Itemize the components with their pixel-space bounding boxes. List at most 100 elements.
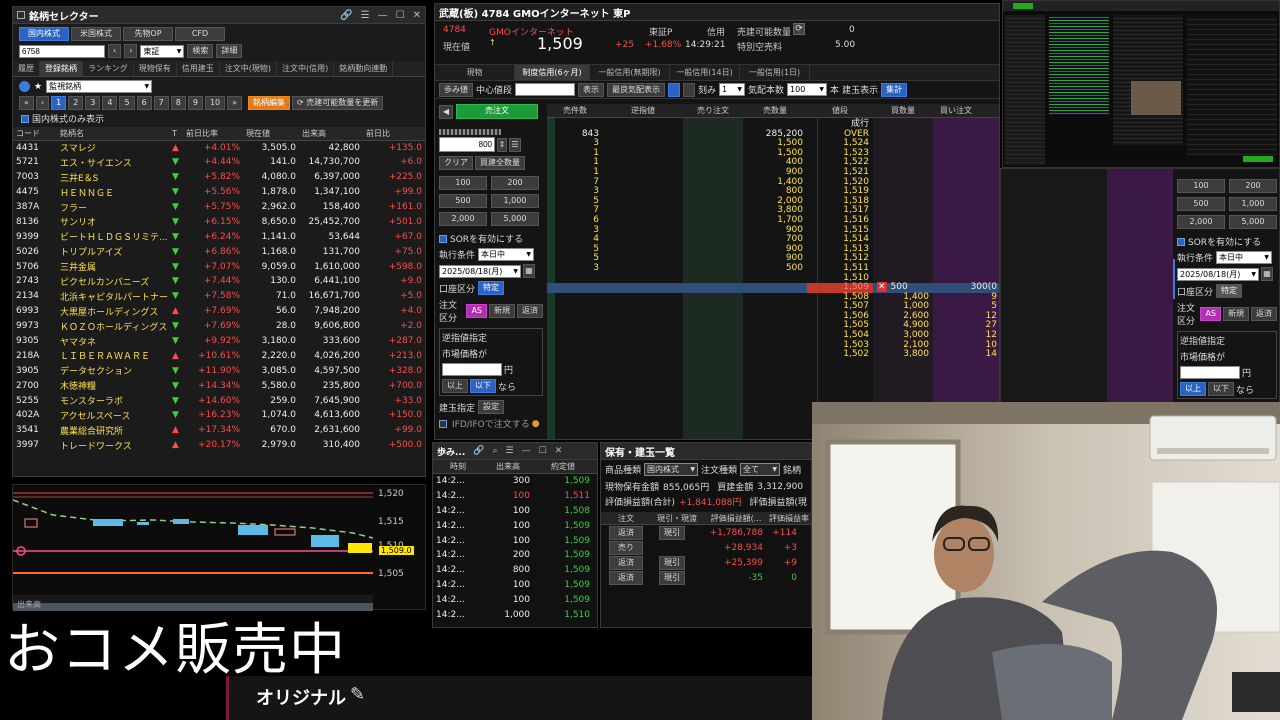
maximize-icon[interactable]: ☐ xyxy=(396,10,405,21)
edit-list-button[interactable]: 銘柄編集 xyxy=(248,96,291,110)
menu-icon[interactable]: ☰ xyxy=(506,446,514,456)
table-row[interactable]: 5721 エス・サイエンス ▼ +4.44% 141.0 14,730,700 +6.0 xyxy=(13,155,425,170)
product-select[interactable]: 国内株式 xyxy=(644,463,699,476)
position-delivery-button[interactable]: 現引 xyxy=(659,525,685,540)
over-row[interactable]: 843 285,200 OVER xyxy=(547,129,999,140)
code-input[interactable] xyxy=(19,44,105,58)
buy-row[interactable]: 1,502 3,800 14 xyxy=(547,350,999,360)
right-order-type-as[interactable]: AS xyxy=(1200,307,1221,321)
collapse-icon[interactable]: ◀ xyxy=(439,104,453,119)
buy-row[interactable]: 1,508 1,400 9 xyxy=(547,292,999,303)
prev-icon[interactable]: ‹ xyxy=(108,44,122,58)
right-above-button[interactable]: 以上 xyxy=(1180,382,1206,396)
subtab-history[interactable]: 履歴 xyxy=(13,61,40,76)
page-3[interactable]: 3 xyxy=(85,96,101,110)
detail-button[interactable]: 詳細 xyxy=(216,44,243,58)
page-9[interactable]: 9 xyxy=(187,96,203,110)
sell-row[interactable]: 6 1,700 1,516 xyxy=(547,215,999,226)
sell-row[interactable]: 3 800 1,519 xyxy=(547,187,999,197)
subtab-trend[interactable]: 銘柄動向連動 xyxy=(334,61,394,76)
right-calendar-icon[interactable]: ▦ xyxy=(1261,267,1273,281)
buy-row[interactable]: 1,504 3,000 12 xyxy=(547,330,999,341)
col-volume[interactable]: 出来高 xyxy=(299,127,363,141)
refresh-icon[interactable]: ⟳ xyxy=(793,23,805,35)
right-cond-select[interactable]: 本日中 xyxy=(1216,251,1273,264)
ayumi-button[interactable]: 歩み値 xyxy=(439,82,473,97)
right-qty-1000[interactable]: 1,000 xyxy=(1229,197,1277,211)
qty-2000[interactable]: 2,000 xyxy=(439,212,487,226)
star-icon[interactable]: ★ xyxy=(34,82,42,92)
qty-500[interactable]: 500 xyxy=(439,194,487,208)
minimize-icon[interactable]: — xyxy=(522,446,531,456)
cancel-icon[interactable]: ✕ xyxy=(877,282,887,293)
sell-row[interactable]: 5 2,000 1,518 xyxy=(547,196,999,207)
sor-checkbox[interactable] xyxy=(439,234,447,243)
subtab-registered[interactable]: 登録銘柄 xyxy=(40,61,83,76)
right-qty-100[interactable]: 100 xyxy=(1177,179,1225,193)
position-delivery-button[interactable]: 現引 xyxy=(659,555,685,570)
table-row[interactable]: 8136 サンリオ ▼ +6.15% 8,650.0 25,452,700 +501.0 xyxy=(13,214,425,229)
center-price-input[interactable] xyxy=(515,83,576,96)
maximize-icon[interactable]: ☐ xyxy=(539,446,547,456)
sell-row[interactable]: 1,510 xyxy=(547,273,999,284)
page-8[interactable]: 8 xyxy=(170,96,186,110)
clear-button[interactable]: クリア xyxy=(439,156,473,170)
sell-row[interactable]: 1 1,500 1,523 xyxy=(547,148,999,159)
table-row[interactable]: 7003 三井E＆S ▼ +5.82% 4,080.0 6,397,000 +225.0 xyxy=(13,170,425,185)
right-account-tokutei[interactable]: 特定 xyxy=(1216,284,1243,298)
table-row[interactable]: 402A アクセルスペース ▼ +16.23% 1,074.0 4,613,600 +150… xyxy=(13,408,425,423)
position-order-button[interactable]: 売り xyxy=(609,540,643,555)
tab-us[interactable]: 米国株式 xyxy=(71,27,121,41)
subtab-ranking[interactable]: ランキング xyxy=(83,61,134,76)
search-button[interactable]: 検索 xyxy=(187,44,214,58)
table-row[interactable]: 9399 ビートＨＬＤＧＳリミテ... ▼ +6.24% 1,141.0 53,644 +6… xyxy=(13,229,425,244)
right-order-type-new[interactable]: 新規 xyxy=(1223,307,1249,321)
sell-row[interactable]: 3 500 1,511 xyxy=(547,263,999,274)
buy-row[interactable]: 1,506 2,600 12 xyxy=(547,311,999,322)
tick-select[interactable]: 1 xyxy=(719,83,746,96)
show-button[interactable]: 表示 xyxy=(578,82,605,97)
buy-row[interactable]: 1,503 2,100 10 xyxy=(547,340,999,351)
exchange-select[interactable]: 東証 xyxy=(140,44,185,58)
sell-row[interactable]: 4 700 1,514 xyxy=(547,235,999,245)
tab-margin-6m[interactable]: 制度信用(6ヶ月) xyxy=(515,65,590,80)
table-row[interactable]: 9973 ＫＯＺＯホールディングス ▼ +7.69% 28.0 9,606,800 +2.0 xyxy=(13,319,425,334)
sell-row[interactable]: 7 3,800 1,517 xyxy=(547,206,999,216)
qty-stepper-icon[interactable]: ⇕ xyxy=(497,137,507,152)
col-price[interactable]: 現在値 xyxy=(243,127,299,141)
page-6[interactable]: 6 xyxy=(136,96,152,110)
table-row[interactable]: 5026 トリプルアイズ ▼ +6.86% 1,168.0 131,700 +75.0 xyxy=(13,244,425,259)
sell-row[interactable]: 3 1,500 1,524 xyxy=(547,139,999,149)
position-order-button[interactable]: 返済 xyxy=(609,570,643,585)
close-icon[interactable]: ✕ xyxy=(413,10,421,21)
page-7[interactable]: 7 xyxy=(153,96,169,110)
quote-count-select[interactable]: 100 xyxy=(787,83,828,96)
page-10[interactable]: 10 xyxy=(204,96,226,110)
below-button[interactable]: 以下 xyxy=(470,379,496,393)
subtab-order-spot[interactable]: 注文中(現物) xyxy=(220,61,278,76)
page-5[interactable]: 5 xyxy=(119,96,135,110)
sell-row[interactable]: 3 900 1,515 xyxy=(547,225,999,236)
table-row[interactable]: 4475 ＨＥＮＮＧＥ ▼ +5.56% 1,878.0 1,347,100 +99.0 xyxy=(13,185,425,200)
subtab-spot[interactable]: 現物保有 xyxy=(134,61,177,76)
subtab-margin[interactable]: 信用建玉 xyxy=(177,61,220,76)
reverse-price-input[interactable] xyxy=(442,363,502,376)
table-row[interactable]: 5706 三井金属 ▼ +7.07% 9,059.0 1,610,000 +598.0 xyxy=(13,259,425,274)
col-pct[interactable]: 前日比率 xyxy=(183,127,243,141)
order-type-close[interactable]: 返済 xyxy=(517,304,543,318)
tab-domestic[interactable]: 国内株式 xyxy=(19,27,69,41)
table-row[interactable]: 2743 ピクセルカンパニーズ ▼ +7.44% 130.0 6,441,100 +9.0 xyxy=(13,274,425,289)
layout2-icon[interactable] xyxy=(683,82,696,97)
right-qty-5000[interactable]: 5,000 xyxy=(1229,215,1277,229)
right-qty-2000[interactable]: 2,000 xyxy=(1177,215,1225,229)
page-1[interactable]: 1 xyxy=(51,96,67,110)
minimize-icon[interactable]: — xyxy=(378,10,388,21)
table-row[interactable]: 4431 スマレジ ▲ +4.01% 3,505.0 42,800 +135.0 xyxy=(13,140,425,155)
table-row[interactable]: 2134 北浜キャピタルパートナー ▼ +7.58% 71.0 16,671,700 +5.… xyxy=(13,289,425,304)
position-order-button[interactable]: 返済 xyxy=(609,525,643,540)
calendar-icon[interactable]: ▦ xyxy=(523,264,535,278)
buy-all-button[interactable]: 買建全数量 xyxy=(475,156,525,170)
table-row[interactable]: 3997 トレードワークス ▲ +20.17% 2,979.0 310,400 +500.0 xyxy=(13,438,425,453)
date-select[interactable]: 2025/08/18(月) xyxy=(439,264,521,278)
sell-row[interactable]: 5 900 1,512 xyxy=(547,254,999,264)
